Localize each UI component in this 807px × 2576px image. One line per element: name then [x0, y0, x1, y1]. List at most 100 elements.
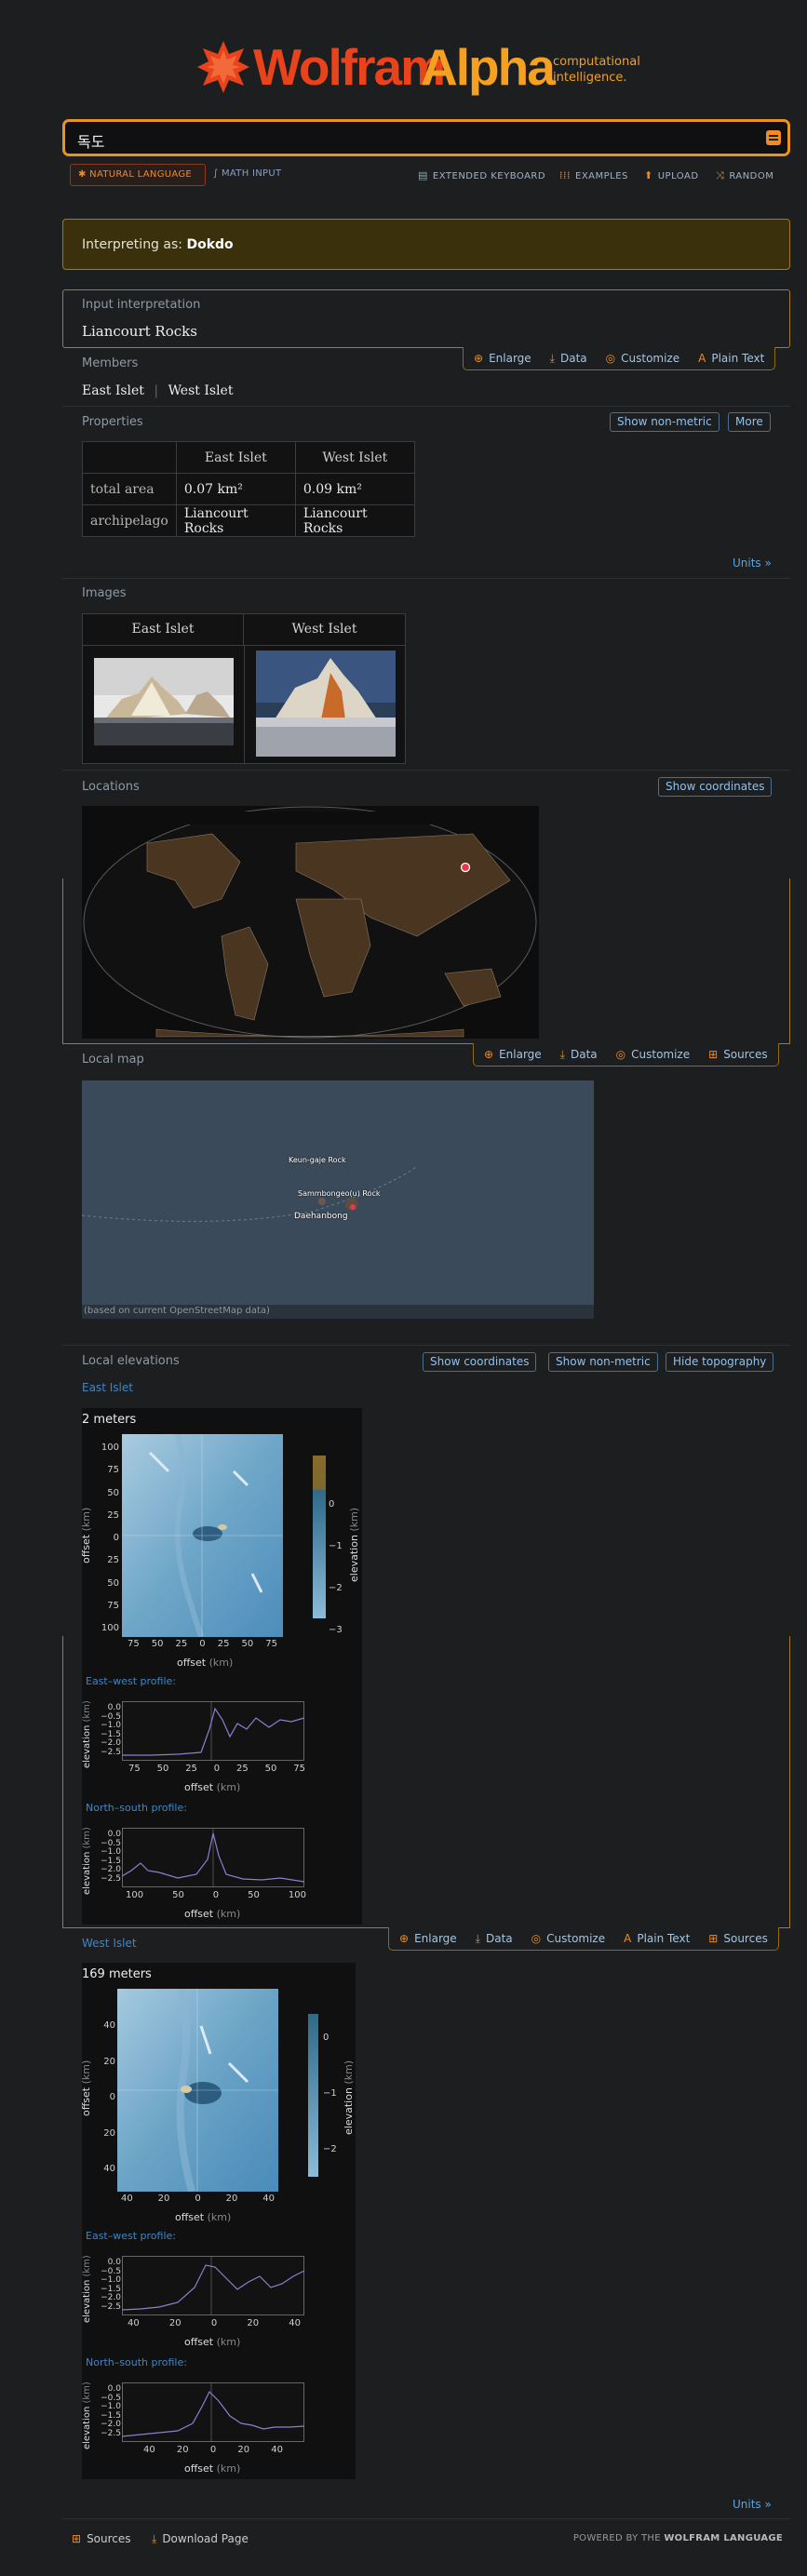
sources-button[interactable]: ⊞ Sources	[702, 1044, 774, 1065]
west-colorbar-ticks: 0 −1 −2	[323, 2010, 337, 2178]
member-west-islet[interactable]: West Islet	[168, 383, 234, 398]
data-button[interactable]: ⤓ Data	[544, 348, 594, 369]
tick: 25	[107, 1509, 119, 1521]
extended-keyboard-link[interactable]: ▤ EXTENDED KEYBOARD	[418, 169, 545, 181]
logo-alpha[interactable]: Alpha	[421, 37, 556, 97]
data-button[interactable]: ⤓ Data	[469, 1928, 519, 1949]
east-islet-photo[interactable]	[94, 658, 234, 745]
east-relief-map[interactable]	[122, 1434, 283, 1637]
show-non-metric-button[interactable]: Show non-metric	[610, 412, 720, 432]
enlarge-button[interactable]: ⊕ Enlarge	[393, 1928, 464, 1949]
show-coordinates-button[interactable]: Show coordinates	[423, 1352, 537, 1372]
member-east-islet[interactable]: East Islet	[82, 383, 144, 398]
enlarge-button[interactable]: ⊕ Enlarge	[467, 348, 538, 369]
axis-unit: (km)	[82, 2255, 92, 2277]
math-input-mode-button[interactable]: ∫ MATH INPUT	[209, 164, 303, 186]
table-row-label: archipelago	[82, 504, 177, 537]
axis-label: offset	[80, 1534, 92, 1563]
download-icon: ⤓	[152, 2532, 157, 2545]
axis-unit: (km)	[82, 1827, 92, 1849]
search-input[interactable]: 독도	[77, 129, 104, 152]
examples-link[interactable]: ⁞⁞⁞ EXAMPLES	[559, 169, 628, 181]
east-ns-profile[interactable]	[122, 1828, 304, 1887]
natural-language-mode-button[interactable]: ✱ NATURAL LANGUAGE	[70, 164, 206, 186]
east-ns-y-ticks: 0.0 −0.5 −1.0 −1.5 −2.0 −2.5	[95, 1830, 121, 1884]
table-row: archipelago Liancourt Rocks Liancourt Rock…	[82, 504, 415, 537]
tick: 50	[264, 1764, 277, 1774]
sources-footer-label: Sources	[87, 2532, 131, 2545]
east-islet-label: East Islet	[82, 1381, 133, 1394]
powered-by[interactable]: POWERED BY THE WOLFRAM LANGUAGE	[573, 2533, 783, 2543]
logo-tagline: computational intelligence.	[553, 54, 640, 86]
west-colorbar-label: elevation (km)	[343, 2060, 355, 2135]
world-map[interactable]	[82, 806, 539, 1039]
local-map[interactable]: Keun-gaje Rock Sammbongeo(u) Rock Daehan…	[82, 1080, 594, 1319]
map-label: Keun-gaje Rock	[289, 1156, 346, 1164]
tick: 20	[225, 2194, 238, 2204]
plain-text-button[interactable]: A Plain Text	[692, 348, 771, 369]
sources-footer-link[interactable]: ⊞ Sources	[72, 2532, 131, 2545]
natural-language-label: NATURAL LANGUAGE	[89, 169, 193, 180]
image-header-east: East Islet	[83, 614, 244, 646]
show-coordinates-button[interactable]: Show coordinates	[658, 777, 773, 797]
west-ns-profile[interactable]	[122, 2382, 304, 2442]
pod-title: Input interpretation	[82, 298, 201, 312]
search-box[interactable]: 독도	[62, 119, 790, 156]
download-page-link[interactable]: ⤓ Download Page	[152, 2532, 249, 2546]
locations-title: Locations	[82, 780, 140, 794]
local-elevations-title: Local elevations	[82, 1354, 180, 1368]
upload-link[interactable]: ⬆ UPLOAD	[644, 169, 699, 181]
west-relief-map[interactable]	[117, 1989, 278, 2192]
tick: 40	[121, 2194, 133, 2204]
units-link[interactable]: Units »	[733, 557, 772, 570]
west-ew-y-label: elevation (km)	[82, 2255, 92, 2323]
location-marker-icon[interactable]	[460, 862, 471, 873]
show-non-metric-button[interactable]: Show non-metric	[548, 1352, 658, 1372]
customize-button[interactable]: ◎ Customize	[599, 348, 686, 369]
book-icon: ⊞	[708, 1048, 719, 1061]
images-title: Images	[82, 586, 127, 600]
table-cell: Liancourt Rocks	[294, 504, 415, 537]
plain-text-label: Plain Text	[637, 1932, 691, 1945]
search-submit-icon[interactable]	[766, 130, 781, 145]
plain-text-button[interactable]: A Plain Text	[617, 1928, 696, 1949]
customize-button[interactable]: ◎ Customize	[525, 1928, 612, 1949]
table-cell: Liancourt Rocks	[175, 504, 296, 537]
west-ew-profile[interactable]	[122, 2256, 304, 2315]
image-divider	[244, 646, 245, 763]
tick: 75	[128, 1639, 140, 1649]
tick: −1	[329, 1541, 343, 1551]
axis-label: offset	[184, 1781, 214, 1793]
tick: 40	[103, 2164, 115, 2174]
book-icon: ⊞	[72, 2532, 82, 2545]
east-ew-x-ticks: 75 50 25 0 25 50 75	[128, 1764, 305, 1774]
more-button[interactable]: More	[728, 412, 771, 432]
logo-wolfram[interactable]: Wolfram	[253, 37, 446, 97]
footer: ⊞ Sources ⤓ Download Page POWERED BY THE W…	[62, 2518, 790, 2557]
units-link[interactable]: Units »	[733, 2498, 772, 2511]
axis-label: elevation	[82, 1724, 92, 1768]
tick: 20	[237, 2445, 250, 2455]
east-x-ticks: 75 50 25 0 25 50 75	[122, 1639, 283, 1649]
customize-button[interactable]: ◎ Customize	[610, 1044, 696, 1065]
data-button[interactable]: ⤓ Data	[554, 1044, 604, 1065]
east-ew-profile[interactable]	[122, 1701, 304, 1761]
axis-label: offset	[177, 1657, 207, 1669]
tick: 0	[212, 1890, 220, 1900]
table-header-row: East Islet West Islet	[82, 441, 415, 474]
pod-button-bar: ⊕ Enlarge ⤓ Data ◎ Customize ⊞ Sources	[473, 1043, 779, 1067]
tick: 40	[103, 2020, 115, 2031]
enlarge-button[interactable]: ⊕ Enlarge	[477, 1044, 548, 1065]
magnifier-icon: ⊕	[484, 1048, 494, 1061]
hide-topography-button[interactable]: Hide topography	[666, 1352, 774, 1372]
tick: 25	[107, 1555, 119, 1566]
interpretation-value[interactable]: Dokdo	[186, 237, 233, 252]
tick: −2.5	[101, 1873, 121, 1884]
random-link[interactable]: ⤨ RANDOM	[716, 169, 773, 182]
axis-label: offset	[184, 2336, 214, 2348]
sources-button[interactable]: ⊞ Sources	[702, 1928, 774, 1949]
image-header-west: West Islet	[244, 614, 405, 646]
east-ew-y-label: elevation (km)	[82, 1700, 92, 1768]
west-islet-photo[interactable]	[256, 651, 396, 757]
east-colorbar-ticks: 0 −1 −2 −3	[329, 1483, 343, 1651]
